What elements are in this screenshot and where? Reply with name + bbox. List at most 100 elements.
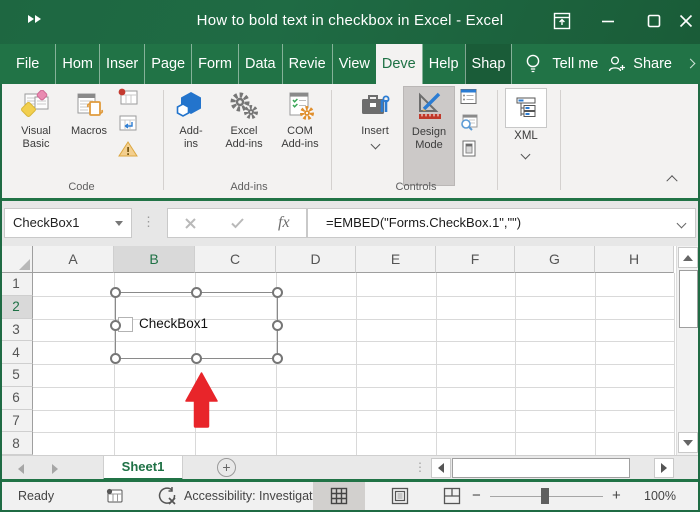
enter-icon[interactable] [230,217,245,229]
accessibility-status-label[interactable]: Accessibility: Investigate [184,489,319,503]
normal-view-icon [330,487,348,505]
run-dialog-icon[interactable] [459,140,479,158]
add-ins-group-label: Add-ins [230,181,268,193]
gridline-horizontal [33,386,674,388]
view-code-icon[interactable] [459,114,479,132]
column-header-e[interactable]: E [356,246,436,273]
maximize-button[interactable] [638,6,670,36]
column-header-a[interactable]: A [33,246,114,273]
row-header-2[interactable]: 2 [0,295,33,319]
page-layout-view-button[interactable] [383,482,417,510]
excel-add-ins-label: Excel Add-ins [225,125,263,150]
cancel-icon[interactable] [184,217,197,230]
tab-revie[interactable]: Revie [281,44,332,84]
tab-inser[interactable]: Inser [99,44,144,84]
visual-basic-button[interactable]: Visual Basic [11,86,61,186]
sheetbar-separator-dots[interactable]: ⋮ [414,460,426,474]
scroll-down-button[interactable] [678,432,698,453]
formula-value: =EMBED("Forms.CheckBox.1","") [326,215,522,230]
ribbon-display-options-button[interactable] [546,6,578,36]
macro-record-status-icon[interactable] [104,487,124,505]
column-header-g[interactable]: G [515,246,595,273]
scroll-right-button[interactable] [654,458,674,478]
column-header-f[interactable]: F [436,246,515,273]
zoom-level[interactable]: 100% [638,489,682,503]
insert-control-button[interactable]: Insert [351,86,399,186]
horizontal-scrollbar-thumb[interactable] [452,458,630,478]
design-mode-icon [419,92,441,119]
sheet-tab-sheet1[interactable]: Sheet1 [103,456,183,480]
design-mode-button[interactable]: Design Mode [403,86,455,186]
selection-handle-bottom-left[interactable] [110,353,121,364]
add-ins-button[interactable]: Add-ins [167,86,215,186]
macros-icon [77,93,104,116]
collapse-ribbon-button[interactable] [666,174,679,187]
column-header-b[interactable]: B [114,246,195,273]
selection-handle-top-left[interactable] [110,287,121,298]
selection-handle-middle-left[interactable] [110,320,121,331]
xml-dropdown-chevron-icon [520,149,531,160]
row-header-8[interactable]: 8 [0,432,33,455]
row-header-3[interactable]: 3 [0,318,33,342]
scroll-left-button[interactable] [431,458,451,478]
xml-source-button[interactable] [505,88,547,128]
macro-security-warning-icon[interactable] [117,140,139,158]
worksheet-grid[interactable]: ABCDEFGH 12345678 CheckBox1 [0,246,676,455]
row-header-7[interactable]: 7 [0,409,33,433]
ribbon-tabs: File Hom Inser Page Form Data Revie View Deve Hel… [0,44,512,84]
tab-page[interactable]: Page [144,44,191,84]
row-header-5[interactable]: 5 [0,364,33,387]
row-header-6[interactable]: 6 [0,386,33,410]
column-header-c[interactable]: C [195,246,276,273]
share-button[interactable]: Share [607,44,672,84]
selection-handle-bottom-right[interactable] [272,353,283,364]
selection-handle-middle-right[interactable] [272,320,283,331]
column-header-h[interactable]: H [595,246,674,273]
tell-me-box[interactable]: Tell me [511,44,612,84]
properties-icon[interactable] [459,88,479,106]
tab-hom[interactable]: Hom [55,44,99,84]
accessibility-checker-icon[interactable] [156,486,178,506]
zoom-out-button[interactable]: − [472,487,481,504]
tab-view[interactable]: View [331,44,376,84]
tab-deve[interactable]: Deve [375,44,422,84]
row-header-4[interactable]: 4 [0,341,33,364]
tab-help[interactable]: Help [421,44,465,84]
selection-handle-top-middle[interactable] [191,287,202,298]
formula-input[interactable]: =EMBED("Forms.CheckBox.1","") [307,208,696,238]
select-all-button[interactable] [0,246,33,273]
close-button[interactable] [670,6,700,36]
column-header-d[interactable]: D [276,246,356,273]
com-add-ins-button[interactable]: COM Add-ins [272,86,328,186]
selection-handle-top-right[interactable] [272,287,283,298]
name-box-dropdown-icon[interactable] [115,221,123,226]
tab-shap[interactable]: Shap [464,44,512,84]
share-label: Share [633,56,672,72]
tab-file[interactable]: File [0,44,55,84]
minimize-button[interactable] [592,6,624,36]
insert-function-icon[interactable]: fx [278,214,290,232]
normal-view-button[interactable] [313,482,365,510]
name-box[interactable]: CheckBox1 [4,208,132,238]
sheet-nav-next-icon[interactable] [52,464,58,474]
sheet-nav-previous-icon[interactable] [18,464,24,474]
tab-form[interactable]: Form [191,44,238,84]
zoom-slider-thumb[interactable] [541,488,549,504]
use-relative-references-icon[interactable] [117,114,139,132]
excel-add-ins-button[interactable]: Excel Add-ins [218,86,270,186]
title-bar: How to bold text in checkbox in Excel - … [0,0,700,44]
macros-button[interactable]: Macros [63,86,115,186]
visual-basic-icon [21,90,49,117]
scroll-up-button[interactable] [678,247,698,268]
selection-handle-bottom-middle[interactable] [191,353,202,364]
row-header-1[interactable]: 1 [0,273,33,296]
vertical-scrollbar[interactable] [676,246,699,455]
formula-bar-expand-chevron-icon[interactable] [676,218,687,229]
page-break-preview-button[interactable] [435,482,469,510]
new-sheet-button[interactable]: + [217,458,236,477]
tab-data[interactable]: Data [237,44,282,84]
zoom-in-button[interactable]: + [612,487,621,504]
vertical-scrollbar-thumb[interactable] [679,270,698,328]
record-macro-icon[interactable] [117,88,139,106]
insert-control-label: Insert [361,125,389,137]
